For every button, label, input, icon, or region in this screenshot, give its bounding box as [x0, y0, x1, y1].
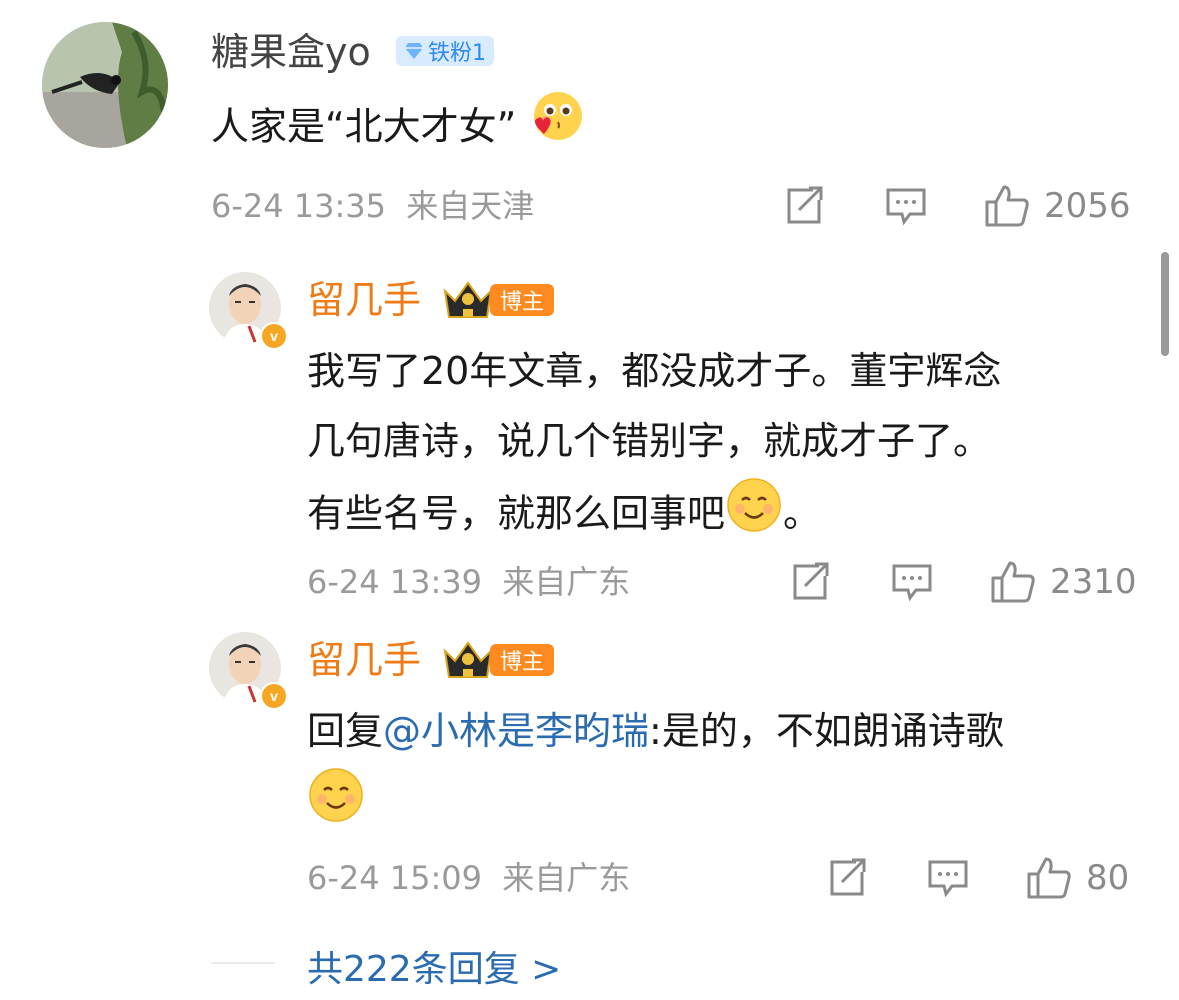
divider [211, 962, 275, 964]
mention-link[interactable]: @小林是李昀瑞 [383, 709, 649, 753]
username[interactable]: 留几手 [307, 638, 421, 682]
fan-badge-label: 铁粉1 [428, 41, 486, 66]
host-badge: 博主 [490, 644, 555, 676]
reply-meta: 6-24 13:39 来自广东 [307, 562, 630, 602]
reply-text-line: 我写了20年文章，都没成才子。董宇辉念 [307, 349, 1002, 393]
reply-time: 6-24 15:09 [307, 859, 483, 897]
repost-icon [830, 858, 866, 896]
username[interactable]: 糖果盒yo [211, 30, 371, 74]
verified-v-icon: v [260, 322, 288, 350]
like-button[interactable]: 80 [1026, 856, 1129, 900]
reply-text-line: 几句唐诗，说几个错别字，就成才子了。 [307, 419, 992, 463]
like-button[interactable]: 2310 [990, 560, 1137, 604]
comment-meta: 6-24 13:35 来自天津 [211, 186, 534, 226]
comment-location: 来自天津 [406, 187, 535, 225]
diamond-icon [405, 43, 423, 59]
comment-text: 人家是“北大才女” [211, 90, 584, 168]
reply-location: 来自广东 [502, 859, 631, 897]
host-badge: 博主 [490, 284, 555, 316]
like-count: 2310 [1050, 562, 1137, 602]
repost-icon [787, 186, 823, 224]
reply-text-segment: 有些名号，就那么回事吧 [307, 491, 726, 536]
fan-badge: 铁粉1 [396, 36, 494, 66]
comment-icon [892, 564, 932, 602]
reply-time: 6-24 13:39 [307, 563, 483, 601]
repost-button[interactable] [789, 562, 831, 606]
scrollbar[interactable] [1161, 252, 1169, 356]
comment-icon [928, 860, 968, 898]
reply-text-line: 有些名号，就那么回事吧 。 [307, 476, 1001, 556]
smile-emoji [725, 476, 783, 556]
host-badge-label: 博主 [490, 644, 555, 676]
reply-text: 我写了20年文章，都没成才子。董宇辉念 几句唐诗，说几个错别字，就成才子了。 有… [307, 336, 1001, 556]
username[interactable]: 留几手 [307, 278, 421, 322]
host-badge-label: 博主 [490, 284, 555, 316]
like-icon [1027, 857, 1071, 899]
like-button[interactable]: 2056 [984, 184, 1131, 228]
comment-text-content: 人家是“北大才女” [211, 104, 517, 149]
like-count: 80 [1086, 858, 1130, 898]
repost-icon [793, 562, 829, 600]
comment-time: 6-24 13:35 [211, 187, 387, 225]
like-count: 2056 [1044, 186, 1131, 226]
reply-text-line: 回复@小林是李昀瑞:是的，不如朗诵诗歌 [307, 696, 1004, 766]
crown-icon [441, 637, 495, 687]
repost-button[interactable] [826, 858, 868, 902]
heart-eyes-emoji [528, 90, 584, 168]
reply-text-line [307, 766, 1004, 846]
like-icon [985, 185, 1029, 227]
avatar[interactable] [42, 22, 168, 148]
comment-button[interactable] [884, 186, 928, 232]
like-icon [991, 561, 1035, 603]
repost-button[interactable] [783, 186, 825, 230]
smile-emoji [307, 766, 365, 846]
reply-text-segment: :是的，不如朗诵诗歌 [649, 709, 1004, 753]
verified-v-icon: v [260, 682, 288, 710]
comment-icon [886, 188, 926, 226]
reply-meta: 6-24 15:09 来自广东 [307, 858, 630, 898]
reply-text: 回复@小林是李昀瑞:是的，不如朗诵诗歌 [307, 696, 1004, 846]
more-replies-link[interactable]: 共222条回复 > [307, 940, 561, 992]
reply-location: 来自广东 [502, 563, 631, 601]
reply-text-segment: 。 [783, 491, 822, 536]
comment-button[interactable] [926, 858, 970, 904]
reply-prefix: 回复 [307, 709, 384, 753]
comment-button[interactable] [890, 562, 934, 608]
crown-icon [441, 277, 495, 327]
